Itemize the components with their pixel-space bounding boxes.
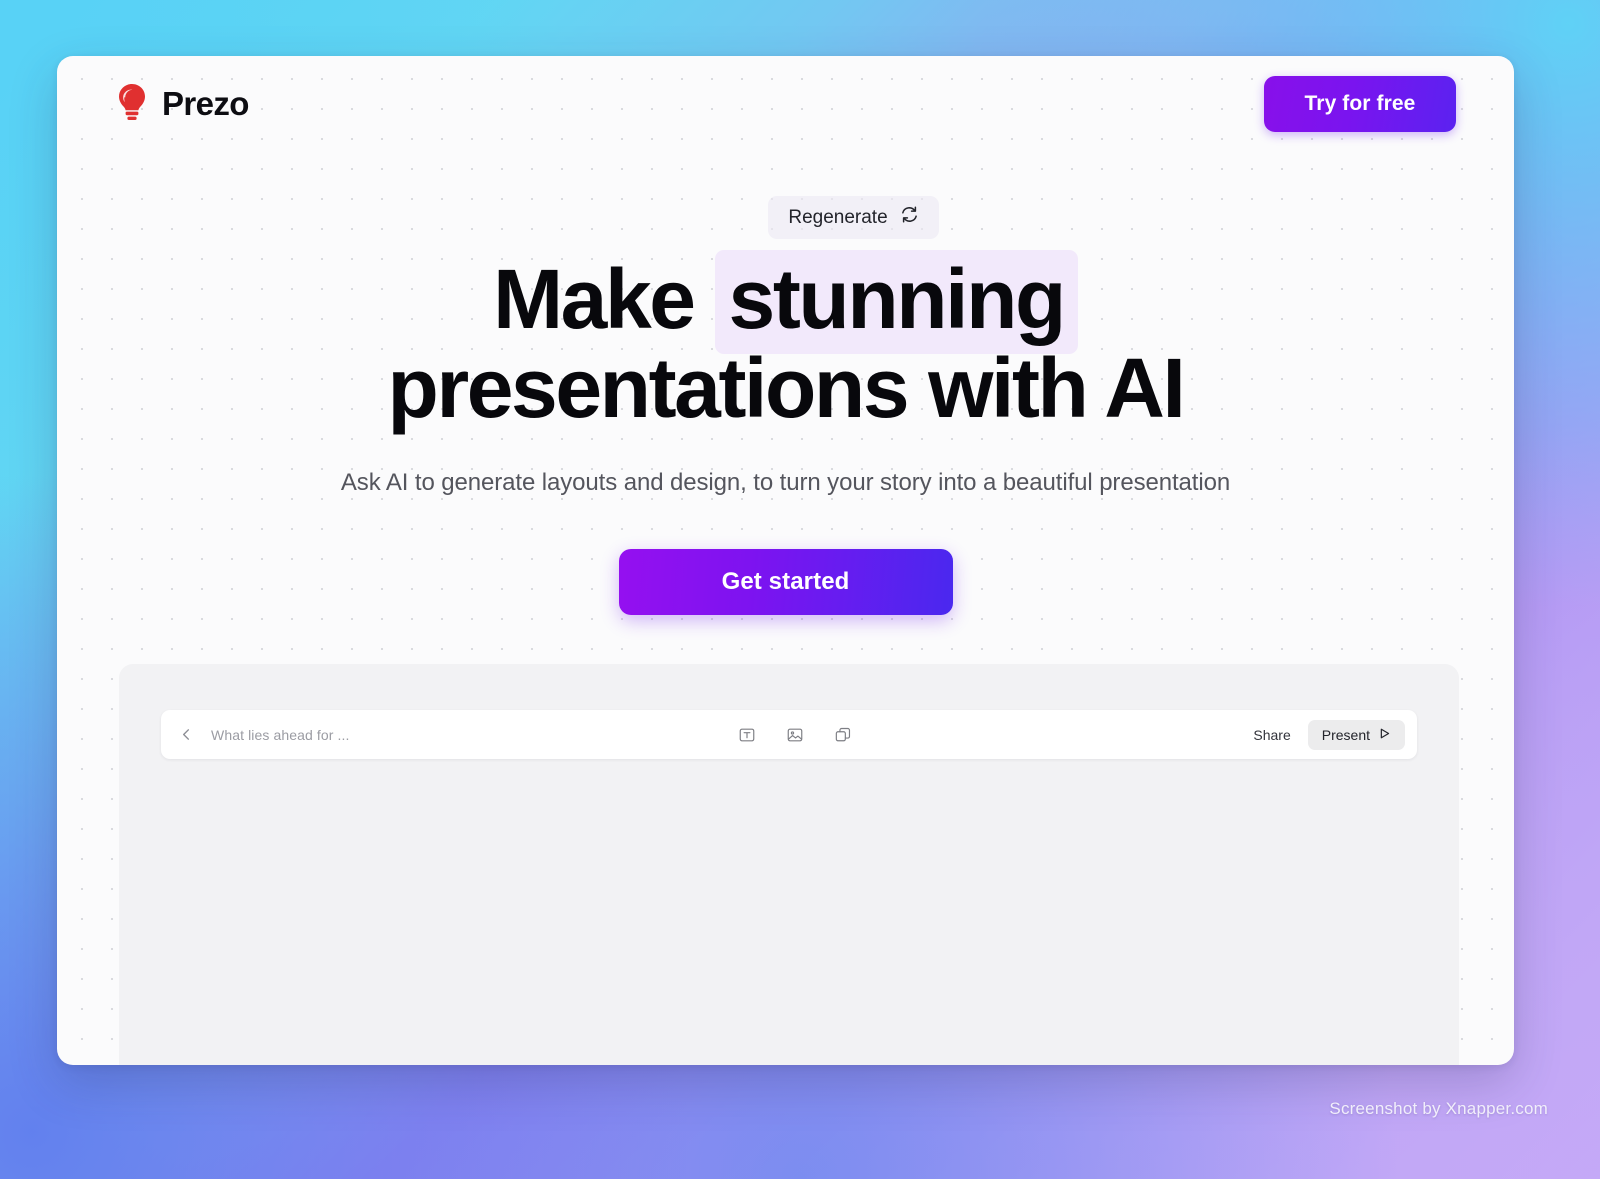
image-icon[interactable] [784,724,806,746]
play-icon [1378,727,1391,743]
chevron-left-icon[interactable] [175,724,197,746]
toolbar-left-group: What lies ahead for ... [175,724,349,746]
regenerate-button[interactable]: Regenerate [768,196,939,239]
refresh-cycle-icon [900,205,919,230]
toolbar-tools-group [349,724,1240,746]
share-button[interactable]: Share [1240,721,1303,749]
shapes-icon[interactable] [832,724,854,746]
editor-preview-panel: What lies ahead for ... Share Present [119,664,1459,1065]
toolbar-right-group: Share Present [1240,719,1405,750]
regenerate-label: Regenerate [788,206,888,228]
brand-name: Prezo [162,85,249,122]
headline-line-1: Make stunning [493,250,1078,354]
page-title: Make stunning presentations with AI [57,250,1514,436]
text-box-icon[interactable] [736,724,758,746]
get-started-button[interactable]: Get started [618,549,953,616]
screenshot-watermark: Screenshot by Xnapper.com [1329,1099,1548,1118]
hero-subtitle: Ask AI to generate layouts and design, t… [340,469,1231,497]
brand-logo[interactable]: Prezo [115,82,249,127]
headline-text-plain: Make [493,252,715,346]
present-label: Present [1321,726,1370,743]
present-button[interactable]: Present [1307,719,1405,750]
site-header: Prezo Try for free [57,56,1514,152]
app-window-card: Prezo Try for free Regenerate Make stunn… [57,56,1514,1065]
hero-section: Regenerate Make stunning presentations w… [57,196,1514,616]
headline-line-2: presentations with AI [387,341,1186,436]
headline-highlight: stunning [714,250,1078,354]
try-for-free-button[interactable]: Try for free [1264,76,1456,132]
lightbulb-icon [115,82,149,127]
deck-title[interactable]: What lies ahead for ... [211,727,349,743]
editor-toolbar: What lies ahead for ... Share Present [161,710,1417,759]
